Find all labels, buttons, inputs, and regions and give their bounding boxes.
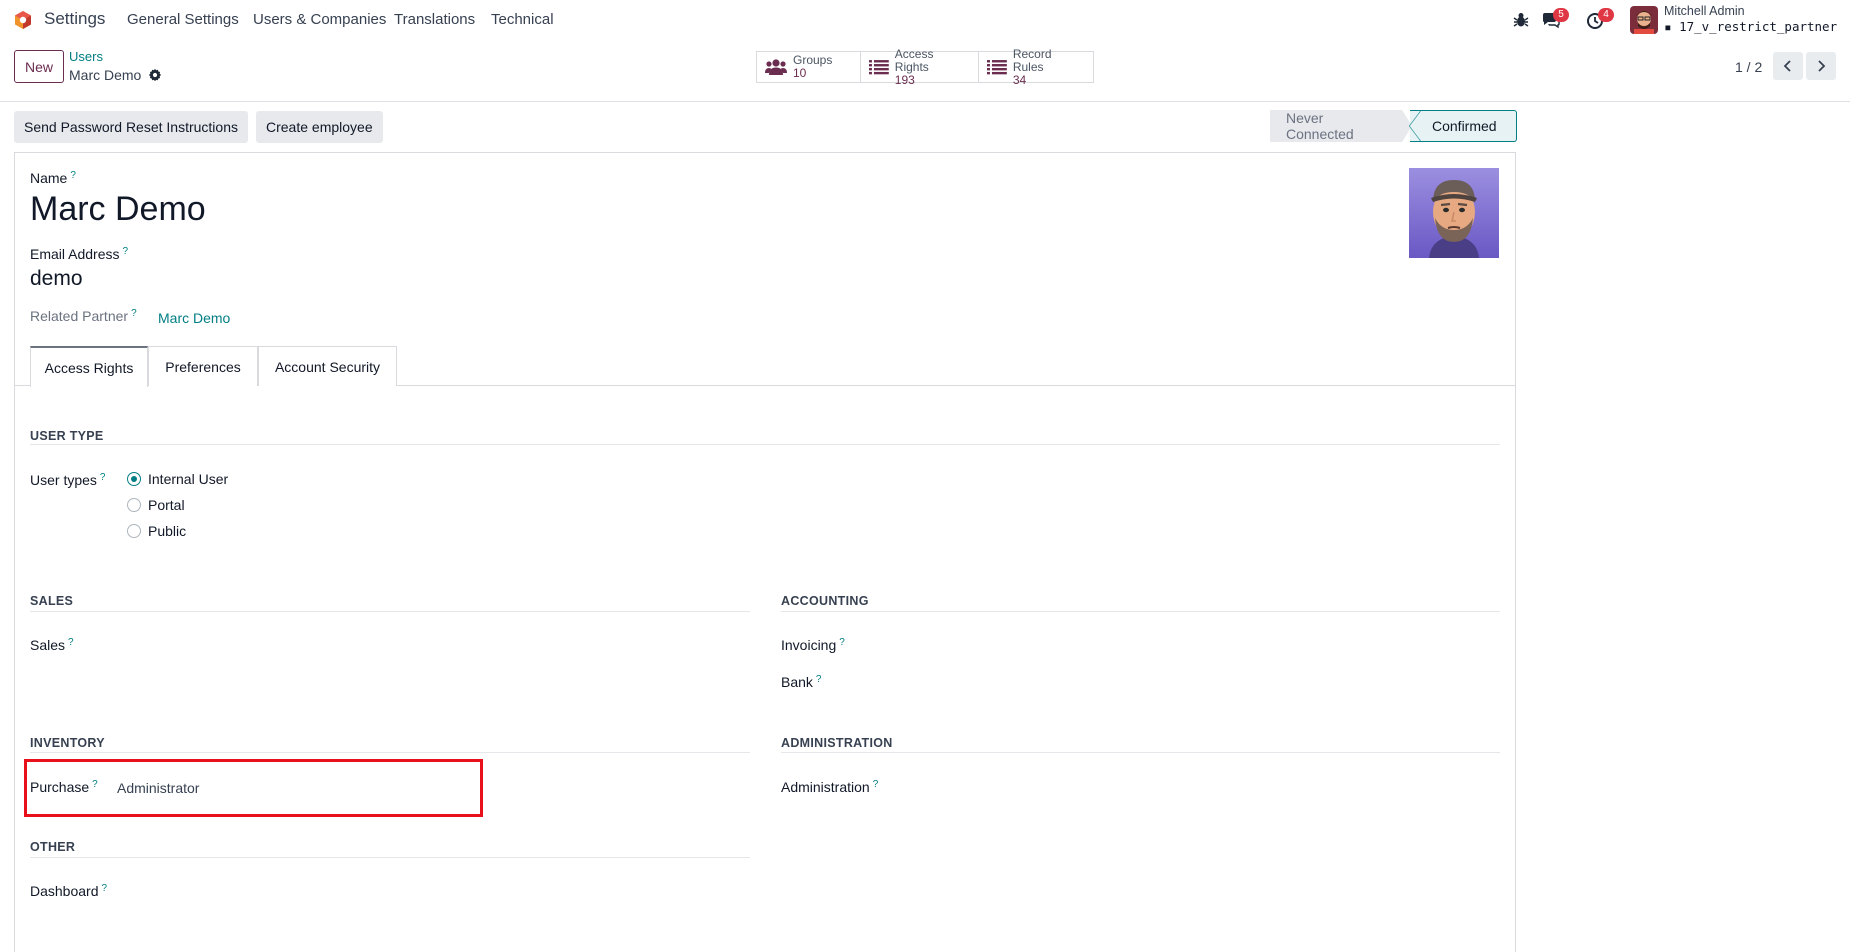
user-photo[interactable] xyxy=(1409,168,1499,258)
email-label-text: Email Address xyxy=(30,246,120,262)
breadcrumb-users[interactable]: Users xyxy=(69,49,103,64)
radio-portal[interactable] xyxy=(127,498,141,512)
help-tooltip[interactable]: ? xyxy=(100,472,106,483)
section-divider xyxy=(781,611,1500,612)
user-avatar[interactable] xyxy=(1630,6,1658,34)
tab-access-rights[interactable]: Access Rights xyxy=(30,346,148,387)
administration-label: Administration? xyxy=(781,779,878,795)
help-tooltip[interactable]: ? xyxy=(68,637,74,648)
access-rights-label: Access Rights xyxy=(894,46,934,74)
administration-label-text: Administration xyxy=(781,779,870,795)
email-field[interactable]: demo xyxy=(30,267,83,291)
pager-previous-button[interactable] xyxy=(1773,52,1803,80)
tab-preferences[interactable]: Preferences xyxy=(148,346,258,386)
stage-never-connected[interactable]: Never Connected xyxy=(1270,110,1412,142)
stage-confirmed[interactable]: Confirmed xyxy=(1409,110,1517,142)
messages-badge: 5 xyxy=(1553,8,1569,22)
record-rules-count: 34 xyxy=(1012,72,1027,87)
related-partner-label: Related Partner? xyxy=(30,308,137,324)
database-name: ▪ 17_v_restrict_partner xyxy=(1664,19,1837,34)
app-name[interactable]: Settings xyxy=(44,9,105,29)
pager-next-button[interactable] xyxy=(1806,52,1836,80)
bank-label: Bank? xyxy=(781,674,821,690)
help-tooltip[interactable]: ? xyxy=(839,637,845,648)
related-partner-link[interactable]: Marc Demo xyxy=(158,310,230,326)
section-divider xyxy=(30,611,750,612)
name-label-text: Name xyxy=(30,170,68,186)
email-label: Email Address? xyxy=(30,246,128,262)
list-icon xyxy=(869,60,889,75)
new-button[interactable]: New xyxy=(14,50,64,83)
breadcrumb-current: Marc Demo xyxy=(69,67,142,83)
section-title-user-type: USER TYPE xyxy=(30,429,104,443)
help-tooltip[interactable]: ? xyxy=(873,779,879,790)
chevron-left-icon xyxy=(1783,60,1791,72)
section-title-accounting: ACCOUNTING xyxy=(781,594,869,608)
menu-translations[interactable]: Translations xyxy=(394,11,475,28)
section-title-administration: ADMINISTRATION xyxy=(781,736,893,750)
radio-label-portal[interactable]: Portal xyxy=(148,497,185,513)
radio-internal-user[interactable] xyxy=(127,472,141,486)
section-divider xyxy=(30,444,1500,445)
access-rights-smart-button[interactable]: Access Rights 193 xyxy=(861,47,979,86)
form-sheet xyxy=(14,152,1516,952)
database-label: 17_v_restrict_partner xyxy=(1679,19,1838,34)
section-title-inventory: INVENTORY xyxy=(30,736,105,750)
invoicing-label-text: Invoicing xyxy=(781,637,837,653)
menu-users-companies[interactable]: Users & Companies xyxy=(253,11,386,28)
sales-label-text: Sales xyxy=(30,637,66,653)
activities-badge: 4 xyxy=(1598,8,1614,22)
create-employee-button[interactable]: Create employee xyxy=(256,111,383,143)
invoicing-label: Invoicing? xyxy=(781,637,845,653)
top-navbar: Settings General Settings Users & Compan… xyxy=(0,0,1850,40)
name-field[interactable]: Marc Demo xyxy=(30,190,206,229)
odoo-app-icon[interactable] xyxy=(13,10,33,30)
notebook-tabs: Access Rights Preferences Account Securi… xyxy=(14,346,1516,387)
name-label: Name? xyxy=(30,170,76,186)
highlight-box xyxy=(24,759,483,817)
section-title-other: OTHER xyxy=(30,840,76,854)
help-tooltip[interactable]: ? xyxy=(70,170,76,181)
pager-value[interactable]: 1 / 2 xyxy=(1735,59,1762,75)
groups-count: 10 xyxy=(793,66,807,80)
users-icon xyxy=(765,59,787,75)
user-types-label: User types? xyxy=(30,472,105,488)
bug-icon[interactable] xyxy=(1511,10,1531,30)
groups-smart-button[interactable]: Groups 10 xyxy=(757,52,861,82)
sales-label: Sales? xyxy=(30,637,74,653)
user-types-label-text: User types xyxy=(30,472,97,488)
radio-label-internal-user[interactable]: Internal User xyxy=(148,471,228,487)
record-rules-smart-button[interactable]: Record Rules 34 xyxy=(979,47,1093,86)
dashboard-label-text: Dashboard xyxy=(30,883,99,899)
tab-account-security[interactable]: Account Security xyxy=(258,346,397,386)
help-tooltip[interactable]: ? xyxy=(102,883,108,894)
radio-public[interactable] xyxy=(127,524,141,538)
radio-label-public[interactable]: Public xyxy=(148,523,186,539)
gear-icon[interactable] xyxy=(148,68,162,82)
bank-label-text: Bank xyxy=(781,674,813,690)
section-divider xyxy=(30,752,750,753)
menu-general-settings[interactable]: General Settings xyxy=(127,11,239,28)
section-divider xyxy=(30,857,750,858)
user-name[interactable]: Mitchell Admin xyxy=(1664,4,1745,18)
send-password-reset-button[interactable]: Send Password Reset Instructions xyxy=(14,111,248,143)
menu-technical[interactable]: Technical xyxy=(491,11,554,28)
section-divider xyxy=(781,752,1500,753)
record-rules-label: Record Rules xyxy=(1012,46,1052,74)
dashboard-label: Dashboard? xyxy=(30,883,107,899)
database-icon: ▪ xyxy=(1664,19,1680,34)
help-tooltip[interactable]: ? xyxy=(122,246,128,257)
related-partner-label-text: Related Partner xyxy=(30,308,129,324)
control-panel: New Users Marc Demo Groups 10 Access Rig… xyxy=(0,40,1850,102)
section-title-sales: SALES xyxy=(30,594,74,608)
list-icon xyxy=(987,60,1007,75)
help-tooltip[interactable]: ? xyxy=(816,674,822,685)
help-tooltip[interactable]: ? xyxy=(131,308,137,319)
smart-buttons: Groups 10 Access Rights 193 Record Rules… xyxy=(756,47,1094,86)
chevron-right-icon xyxy=(1818,60,1826,72)
status-stages: Never Connected Confirmed xyxy=(1270,110,1517,142)
access-rights-count: 193 xyxy=(894,72,915,87)
